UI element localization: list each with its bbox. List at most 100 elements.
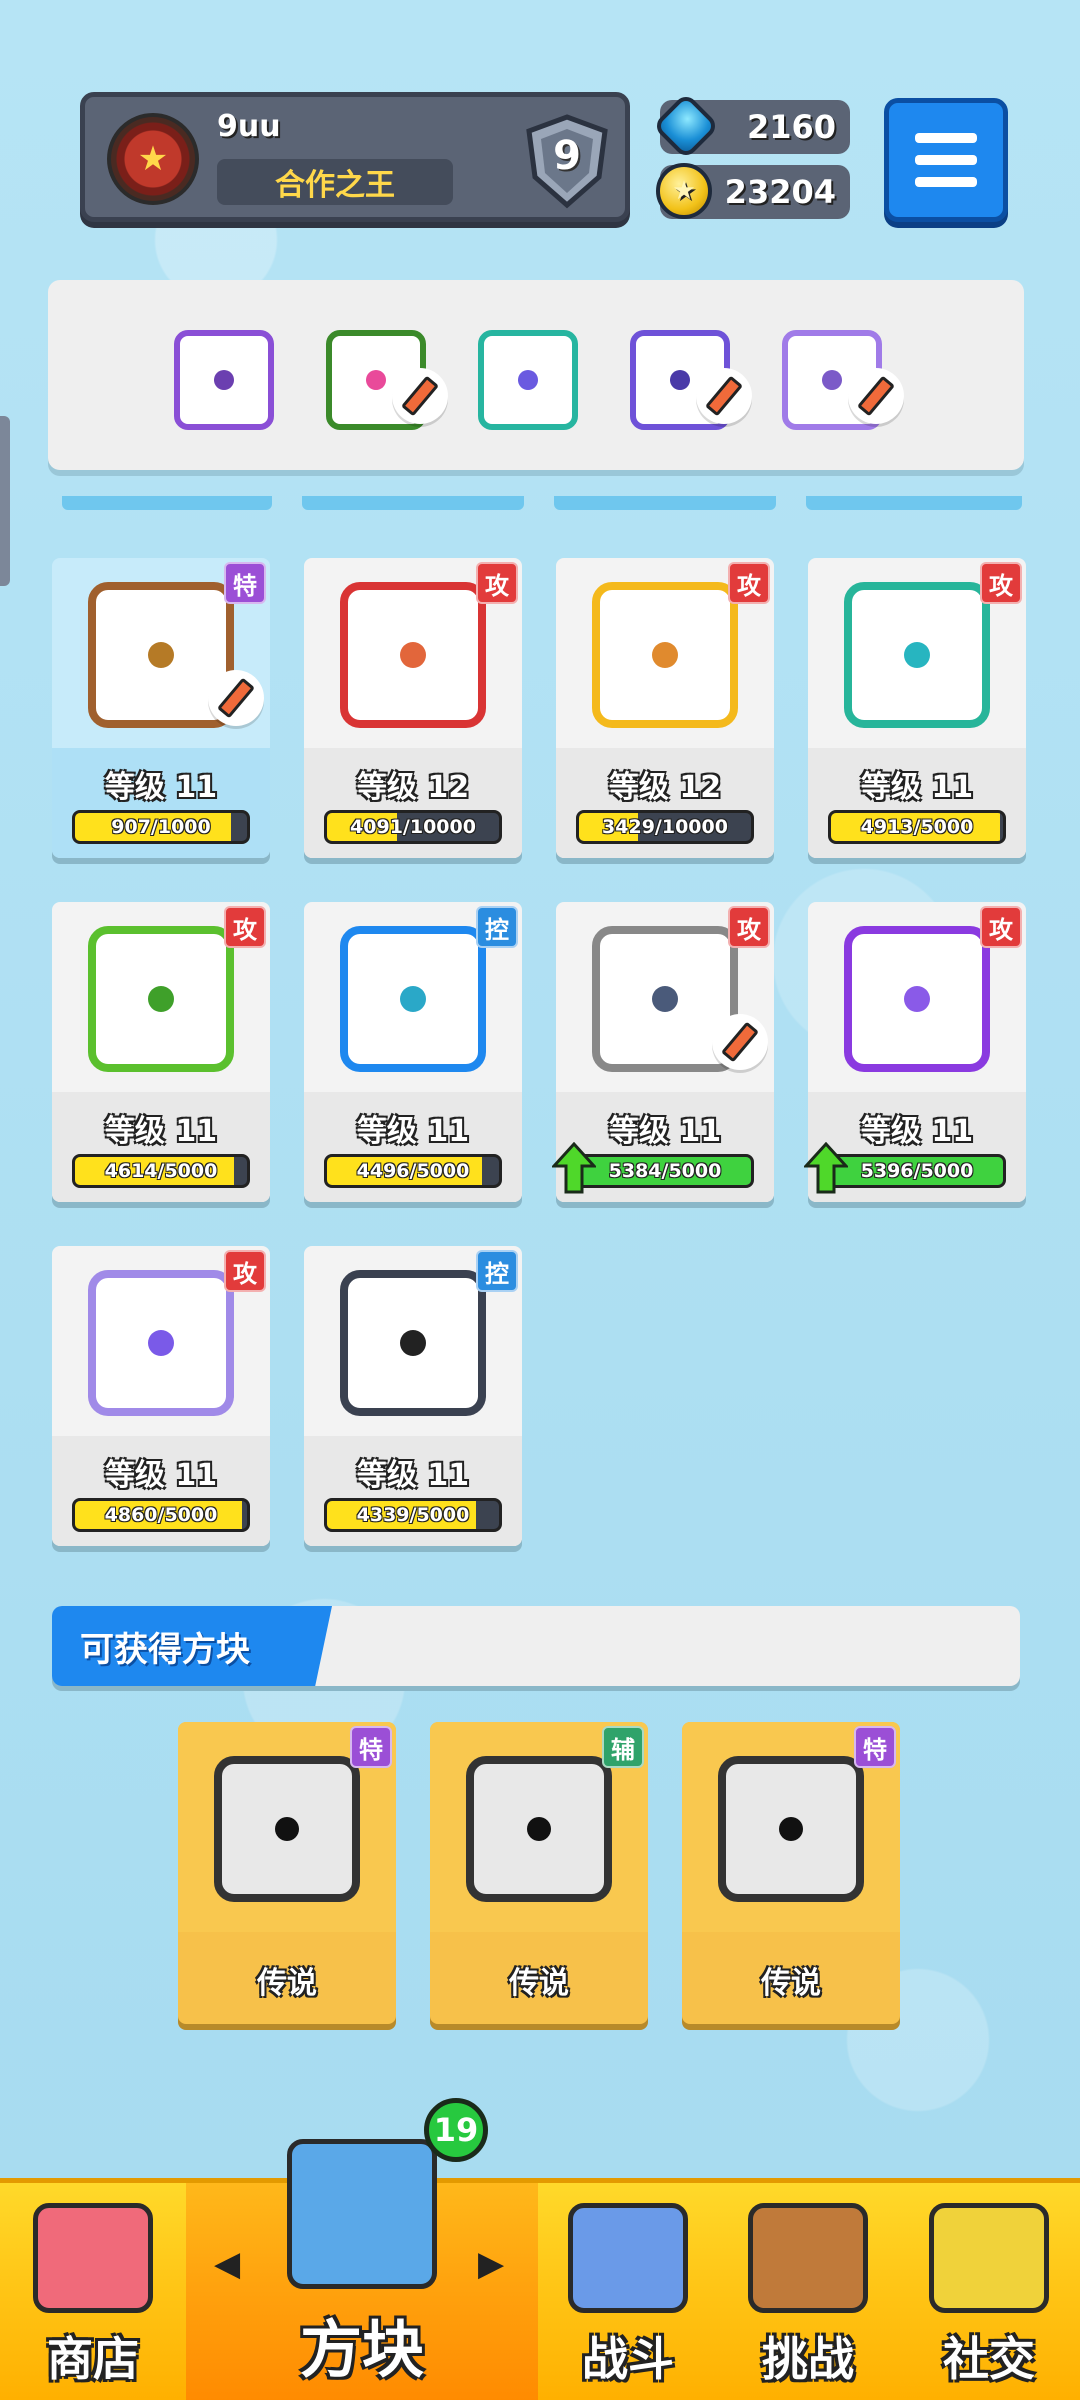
chain-dragon-icon (214, 1756, 360, 1902)
dice-card[interactable]: 攻等级 11 4860/5000 (52, 1246, 270, 1546)
dice-card[interactable]: 攻等级 12 3429/10000 (556, 558, 774, 858)
upgrade-progress-bar: 4339/5000 (324, 1498, 502, 1532)
progress-text: 907/1000 (111, 816, 211, 838)
deck-slot-1[interactable] (174, 330, 274, 430)
nav-right-arrow-icon[interactable]: ▶ (478, 2244, 504, 2284)
player-avatar[interactable]: ★ (107, 113, 199, 205)
dice-face (340, 582, 486, 728)
dice-type-tag: 辅 (602, 1726, 644, 1768)
upgrade-progress-bar: 4860/5000 (72, 1498, 250, 1532)
dice-face (592, 582, 738, 728)
hands-icon (518, 370, 538, 390)
nav-social[interactable]: 社交 (898, 2183, 1080, 2400)
dice-face (844, 582, 990, 728)
rank-badge[interactable]: 9 (519, 111, 615, 211)
battle-icon (568, 2203, 688, 2313)
nav-challenge[interactable]: 挑战 (718, 2183, 898, 2400)
dice-card[interactable]: 控等级 11 4339/5000 (304, 1246, 522, 1546)
dice-card[interactable]: 攻等级 11 4913/5000 (808, 558, 1026, 858)
dice-card[interactable]: 控等级 11 4496/5000 (304, 902, 522, 1202)
nav-label: 商店 (47, 2332, 139, 2386)
obtainable-dice-card[interactable]: 辅传说 (430, 1722, 648, 2024)
pencil-icon[interactable] (712, 1014, 768, 1070)
nav-label: 方块 (299, 2313, 424, 2386)
nav-dice-box[interactable]: 方块 (186, 2139, 538, 2400)
challenge-icon (748, 2203, 868, 2313)
upgrade-progress-bar: 907/1000 (72, 810, 250, 844)
deck-tab-2[interactable] (302, 496, 524, 510)
upgrade-progress-bar: 4913/5000 (828, 810, 1006, 844)
rarity-label: 传说 (509, 1966, 569, 2001)
progress-text: 3429/10000 (602, 816, 728, 838)
obtainable-dice-card[interactable]: 特传说 (682, 1722, 900, 2024)
dice-card[interactable]: 攻等级 11 5396/5000 (804, 902, 1026, 1202)
star-emblem-icon: ★ (137, 139, 169, 179)
player-name: 9uu (217, 109, 281, 144)
dice-level: 等级 12 (356, 770, 470, 805)
dice-type-tag: 攻 (980, 562, 1022, 604)
deck-tab-3[interactable] (554, 496, 776, 510)
dice-level: 等级 12 (608, 770, 722, 805)
coin-amount: 23204 (724, 173, 836, 211)
pencil-icon[interactable] (848, 368, 904, 424)
nav-battle[interactable]: 战斗 (538, 2183, 718, 2400)
dice-card[interactable]: 攻等级 11 5384/5000 (552, 902, 774, 1202)
nav-label: 社交 (943, 2332, 1035, 2386)
progress-text: 4496/5000 (356, 1160, 470, 1182)
dice-card[interactable]: 特等级 11 907/1000 (52, 558, 270, 858)
dice-pip (148, 1330, 174, 1356)
side-drawer-handle[interactable] (0, 416, 10, 586)
dice-pip (400, 1330, 426, 1356)
coin-counter[interactable]: ★ 23204 (656, 163, 850, 219)
dice-type-tag: 特 (350, 1726, 392, 1768)
bottom-nav: 商店 方块 战斗 挑战 社交 (0, 2139, 1080, 2400)
dice-pip (904, 986, 930, 1012)
nav-label: 挑战 (762, 2332, 854, 2386)
storm-dragon-icon (718, 1756, 864, 1902)
gem-counter[interactable]: 2160 (652, 92, 850, 160)
nav-left-arrow-icon[interactable]: ◀ (214, 2244, 240, 2284)
dice-level: 等级 11 (104, 1114, 218, 1149)
obtainable-title: 可获得方块 (52, 1606, 332, 1686)
dice-level: 等级 11 (356, 1114, 470, 1149)
dice-pip (400, 986, 426, 1012)
dice-type-tag: 控 (476, 906, 518, 948)
deck-tab-4[interactable] (806, 496, 1022, 510)
dice-pip (652, 642, 678, 668)
upgrade-progress-bar: 3429/10000 (576, 810, 754, 844)
progress-text: 4091/10000 (350, 816, 476, 838)
deck-slot-3[interactable] (478, 330, 578, 430)
dice-type-tag: 攻 (980, 906, 1022, 948)
obtainable-header: 可获得方块 (52, 1606, 1020, 1686)
menu-button[interactable] (884, 98, 1008, 222)
deck-tab-1[interactable] (62, 496, 272, 510)
progress-text: 5384/5000 (608, 1160, 722, 1182)
dice-box-badge: 19 (424, 2098, 488, 2162)
pencil-icon[interactable] (696, 368, 752, 424)
dice-pip (148, 986, 174, 1012)
upgrade-progress-bar: 5396/5000 (828, 1154, 1006, 1188)
dice-card[interactable]: 攻等级 11 4614/5000 (52, 902, 270, 1202)
dice-face (88, 926, 234, 1072)
progress-text: 5396/5000 (860, 1160, 974, 1182)
dice-card[interactable]: 攻等级 12 4091/10000 (304, 558, 522, 858)
dragon-icon (670, 370, 690, 390)
dice-type-tag: 攻 (476, 562, 518, 604)
nav-shop[interactable]: 商店 (0, 2183, 186, 2400)
dice-pip (400, 642, 426, 668)
upgrade-progress-bar: 4614/5000 (72, 1154, 250, 1188)
profile-panel[interactable]: ★ 9uu 合作之王 9 (80, 92, 630, 222)
rainbow-icon (366, 370, 386, 390)
dice-box-icon (287, 2139, 437, 2289)
dice-level: 等级 11 (104, 770, 218, 805)
pencil-icon[interactable] (392, 368, 448, 424)
rarity-label: 传说 (257, 1966, 317, 2001)
dice-type-tag: 特 (854, 1726, 896, 1768)
dice-type-tag: 攻 (728, 906, 770, 948)
upgrade-progress-bar: 5384/5000 (576, 1154, 754, 1188)
upgrade-progress-bar: 4496/5000 (324, 1154, 502, 1188)
pencil-icon[interactable] (208, 670, 264, 726)
obtainable-dice-card[interactable]: 特传说 (178, 1722, 396, 2024)
dice-level: 等级 11 (860, 770, 974, 805)
rarity-label: 传说 (761, 1966, 821, 2001)
